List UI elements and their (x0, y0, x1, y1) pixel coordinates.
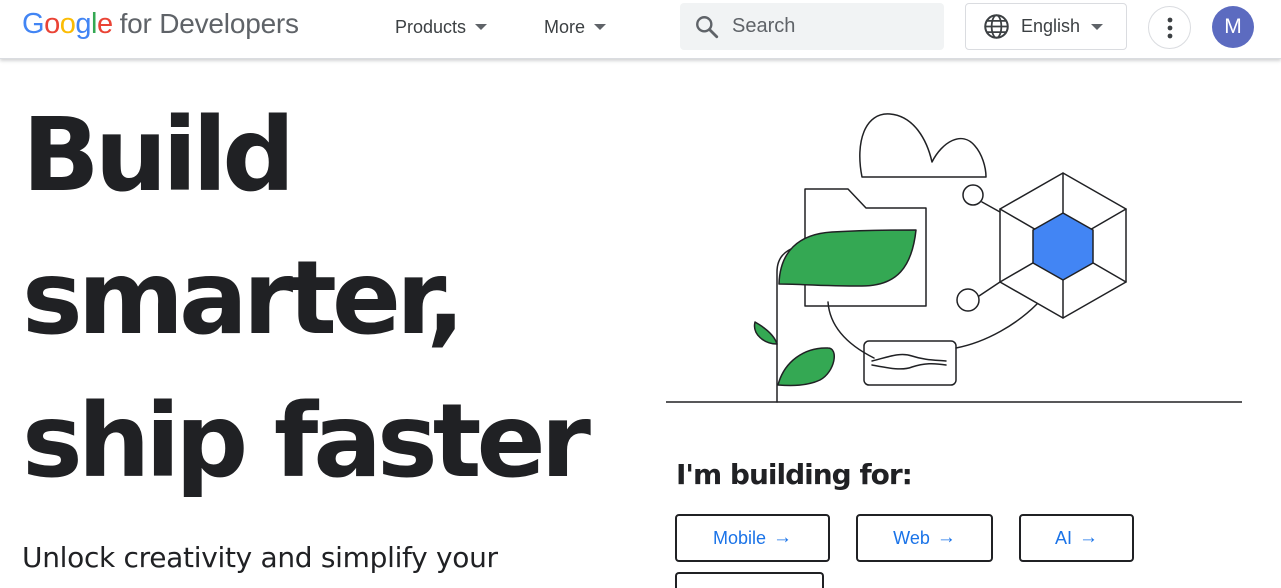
search-icon (696, 15, 719, 38)
nav-products-dropdown[interactable]: Products (395, 14, 488, 40)
google-wordmark: Google (22, 8, 113, 40)
cloud-shape (859, 113, 987, 178)
ai-button[interactable]: AI → (1019, 514, 1134, 562)
google-for-developers-logo[interactable]: Google for Developers (22, 8, 299, 48)
top-app-bar: Google for Developers Products More Engl… (0, 0, 1281, 59)
globe-icon (984, 14, 1009, 39)
leaf-shape (778, 229, 917, 287)
mobile-button[interactable]: Mobile → (675, 514, 830, 562)
more-options-button[interactable] (1148, 6, 1191, 49)
more-platforms-button[interactable] (675, 572, 824, 588)
account-avatar[interactable]: M (1212, 6, 1254, 48)
nav-products-label: Products (395, 16, 467, 37)
language-label: English (1021, 16, 1081, 36)
language-selector[interactable]: English (965, 3, 1127, 50)
arrow-right-icon: → (773, 527, 793, 548)
search-box[interactable] (680, 3, 944, 50)
hero-title-line: Build (22, 96, 295, 215)
hero-illustration (666, 113, 1242, 403)
caret-down-icon (594, 24, 607, 30)
caret-down-icon (475, 24, 488, 30)
nav-more-dropdown[interactable]: More (544, 14, 607, 40)
more-vert-icon (1167, 17, 1172, 38)
web-button-label: Web (893, 527, 930, 548)
ai-button-label: AI (1054, 527, 1072, 548)
node-circle (956, 288, 980, 312)
mobile-button-label: Mobile (712, 527, 767, 548)
nav-more-label: More (544, 16, 586, 37)
connector-line (827, 301, 875, 359)
screen-card (863, 340, 957, 386)
logo-suffix: for Developers (119, 8, 299, 39)
building-for-heading: I'm building for: (676, 458, 913, 491)
web-button[interactable]: Web → (856, 514, 993, 562)
caret-down-icon (1091, 23, 1104, 30)
hero-title-line: smarter, (22, 239, 465, 358)
hexagon-core (1032, 212, 1094, 281)
arrow-right-icon: → (936, 527, 956, 548)
hero-subtitle: Unlock creativity and simplify your (22, 541, 498, 574)
node-circle (962, 184, 984, 206)
hero-title: Build smarter, ship faster (22, 84, 622, 513)
leaf-shape (753, 321, 778, 345)
hero-title-line: ship faster (22, 382, 591, 501)
arrow-right-icon: → (1079, 527, 1098, 548)
search-input[interactable] (732, 15, 922, 38)
leaf-shape (777, 347, 836, 387)
